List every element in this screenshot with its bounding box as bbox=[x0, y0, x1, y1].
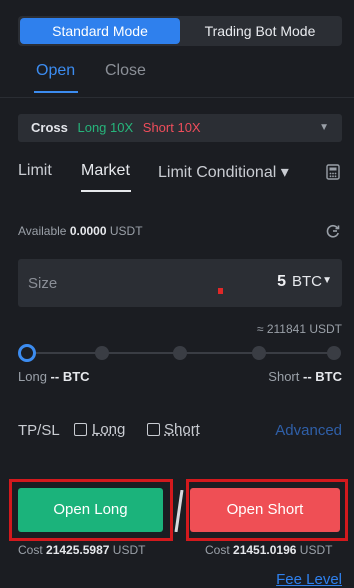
short-position-label: Short bbox=[268, 369, 300, 384]
transfer-icon[interactable] bbox=[325, 223, 341, 239]
slider-step-50[interactable] bbox=[173, 346, 187, 360]
calculator-icon[interactable] bbox=[326, 164, 340, 180]
order-type-market-indicator bbox=[81, 190, 131, 192]
margin-mode-label: Cross bbox=[31, 120, 68, 135]
size-unit-selector[interactable]: BTC bbox=[292, 273, 322, 290]
cost-short-value: 21451.0196 bbox=[233, 543, 297, 557]
available-value: 0.0000 bbox=[69, 224, 107, 238]
size-label: Size bbox=[28, 275, 58, 292]
tabs-divider bbox=[0, 97, 354, 98]
available-label: Available bbox=[18, 224, 67, 238]
tpsl-short-label[interactable]: Short bbox=[164, 421, 200, 438]
slider-handle[interactable] bbox=[18, 344, 36, 362]
short-position-value: -- BTC bbox=[303, 369, 342, 384]
long-position-label: Long bbox=[18, 369, 47, 384]
approx-value: ≈ 211841 USDT bbox=[256, 322, 342, 336]
chevron-down-icon: ▼ bbox=[319, 122, 329, 133]
tpsl-label: TP/SL bbox=[18, 422, 60, 439]
divider-slash bbox=[174, 490, 184, 532]
red-marker bbox=[218, 288, 223, 294]
long-position-value: -- BTC bbox=[50, 369, 90, 384]
order-type-limit-conditional[interactable]: Limit Conditional ▾ bbox=[158, 162, 289, 182]
trading-bot-mode-button[interactable]: Trading Bot Mode bbox=[180, 18, 340, 44]
cost-long-unit: USDT bbox=[112, 543, 146, 557]
order-type-limit[interactable]: Limit bbox=[18, 162, 52, 180]
cost-short: Cost 21451.0196 USDT bbox=[205, 543, 332, 557]
standard-mode-button[interactable]: Standard Mode bbox=[20, 18, 180, 44]
available-balance: Available 0.0000 USDT bbox=[18, 224, 143, 238]
tab-open[interactable]: Open bbox=[36, 62, 75, 80]
slider-step-100[interactable] bbox=[327, 346, 341, 360]
size-input[interactable]: Size 5 BTC ▼ bbox=[18, 259, 342, 307]
long-leverage-label: Long 10X bbox=[77, 120, 134, 135]
slider-step-25[interactable] bbox=[95, 346, 109, 360]
size-value[interactable]: 5 bbox=[277, 273, 286, 291]
fee-level-link[interactable]: Fee Level bbox=[276, 571, 342, 588]
tab-open-indicator bbox=[34, 91, 78, 93]
chevron-down-icon: ▼ bbox=[322, 275, 332, 286]
open-long-button[interactable]: Open Long bbox=[18, 488, 163, 532]
cost-short-label: Cost bbox=[205, 543, 230, 557]
leverage-selector[interactable]: Cross Long 10X Short 10X ▼ bbox=[18, 114, 342, 142]
mode-toggle: Standard Mode Trading Bot Mode bbox=[18, 16, 342, 46]
slider-step-75[interactable] bbox=[252, 346, 266, 360]
cost-short-unit: USDT bbox=[299, 543, 333, 557]
order-type-market[interactable]: Market bbox=[81, 162, 130, 180]
tab-close[interactable]: Close bbox=[105, 62, 146, 80]
advanced-link[interactable]: Advanced bbox=[275, 422, 342, 439]
open-short-button[interactable]: Open Short bbox=[190, 488, 340, 532]
long-position: Long -- BTC bbox=[18, 369, 90, 384]
cost-long-label: Cost bbox=[18, 543, 43, 557]
available-unit: USDT bbox=[109, 224, 143, 238]
tpsl-long-checkbox[interactable] bbox=[74, 423, 87, 436]
cost-long-value: 21425.5987 bbox=[46, 543, 110, 557]
tpsl-short-checkbox[interactable] bbox=[147, 423, 160, 436]
cost-long: Cost 21425.5987 USDT bbox=[18, 543, 145, 557]
short-position: Short -- BTC bbox=[268, 369, 342, 384]
tpsl-long-label[interactable]: Long bbox=[92, 421, 125, 438]
size-slider[interactable] bbox=[18, 343, 342, 363]
short-leverage-label: Short 10X bbox=[142, 120, 201, 135]
